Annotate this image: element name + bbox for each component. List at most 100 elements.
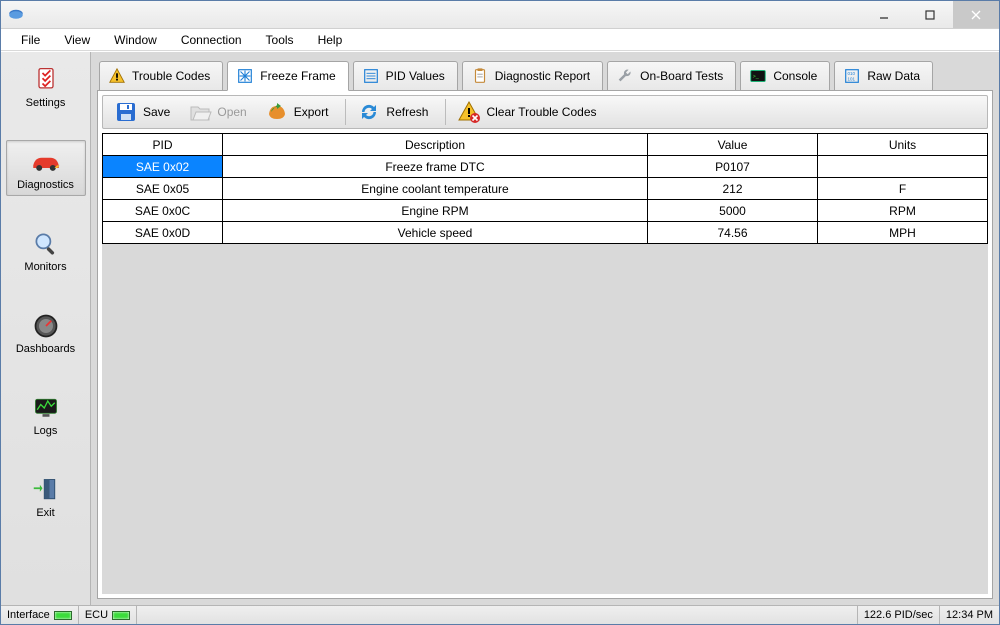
sidebar: Settings Diagnostics Monitors Dashboards xyxy=(1,52,91,605)
button-label: Clear Trouble Codes xyxy=(486,105,596,119)
monitor-icon xyxy=(29,393,63,423)
col-pid[interactable]: PID xyxy=(103,134,223,156)
tab-label: PID Values xyxy=(386,69,445,83)
save-icon xyxy=(114,100,138,124)
minimize-button[interactable] xyxy=(861,1,907,28)
cell-pid[interactable]: SAE 0x05 xyxy=(103,178,223,200)
menu-connection[interactable]: Connection xyxy=(169,30,254,50)
cell-desc[interactable]: Engine RPM xyxy=(223,200,648,222)
app-icon xyxy=(7,6,25,24)
menu-tools[interactable]: Tools xyxy=(254,30,306,50)
export-icon xyxy=(265,100,289,124)
sidebar-item-label: Dashboards xyxy=(16,343,75,355)
cell-value[interactable]: 5000 xyxy=(648,200,818,222)
save-button[interactable]: Save xyxy=(109,96,181,128)
cell-units[interactable]: RPM xyxy=(818,200,988,222)
tab-label: Raw Data xyxy=(867,69,920,83)
refresh-icon xyxy=(357,100,381,124)
maximize-button[interactable] xyxy=(907,1,953,28)
status-interface-label: Interface xyxy=(7,609,50,621)
tab-raw-data[interactable]: 010101 Raw Data xyxy=(834,61,933,91)
terminal-icon: >_ xyxy=(749,67,767,85)
sidebar-item-settings[interactable]: Settings xyxy=(6,58,86,114)
open-icon xyxy=(188,100,212,124)
clear-codes-button[interactable]: Clear Trouble Codes xyxy=(452,96,607,128)
cell-pid[interactable]: SAE 0x02 xyxy=(103,156,223,178)
wrench-icon xyxy=(616,67,634,85)
sidebar-item-label: Exit xyxy=(36,507,54,519)
cell-value[interactable]: 212 xyxy=(648,178,818,200)
ecu-led-icon xyxy=(112,611,130,620)
tab-freeze-frame[interactable]: Freeze Frame xyxy=(227,61,348,91)
settings-icon xyxy=(29,65,63,95)
menu-file[interactable]: File xyxy=(9,30,52,50)
button-label: Export xyxy=(294,105,329,119)
table-row[interactable]: SAE 0x0D Vehicle speed 74.56 MPH xyxy=(103,222,988,244)
cell-desc[interactable]: Freeze frame DTC xyxy=(223,156,648,178)
main-area: Trouble Codes Freeze Frame PID Values Di… xyxy=(91,52,999,605)
status-spacer xyxy=(137,606,858,624)
table-area[interactable]: PID Description Value Units SAE 0x02 Fre… xyxy=(102,133,988,594)
open-button[interactable]: Open xyxy=(183,96,257,128)
cell-units[interactable]: F xyxy=(818,178,988,200)
svg-text:>_: >_ xyxy=(753,74,760,80)
sidebar-item-exit[interactable]: Exit xyxy=(6,468,86,524)
toolbar-separator xyxy=(445,99,446,125)
cell-units[interactable] xyxy=(818,156,988,178)
interface-led-icon xyxy=(54,611,72,620)
col-units[interactable]: Units xyxy=(818,134,988,156)
menubar: File View Window Connection Tools Help xyxy=(1,29,999,51)
tab-console[interactable]: >_ Console xyxy=(740,61,830,91)
sidebar-item-label: Diagnostics xyxy=(17,179,74,191)
exit-icon xyxy=(29,475,63,505)
sidebar-item-diagnostics[interactable]: Diagnostics xyxy=(6,140,86,196)
tab-onboard-tests[interactable]: On-Board Tests xyxy=(607,61,736,91)
sidebar-item-label: Logs xyxy=(34,425,58,437)
button-label: Save xyxy=(143,105,170,119)
menu-view[interactable]: View xyxy=(52,30,102,50)
toolbar-separator xyxy=(345,99,346,125)
sidebar-item-dashboards[interactable]: Dashboards xyxy=(6,304,86,360)
cell-desc[interactable]: Engine coolant temperature xyxy=(223,178,648,200)
tab-pid-values[interactable]: PID Values xyxy=(353,61,458,91)
sidebar-item-monitors[interactable]: Monitors xyxy=(6,222,86,278)
statusbar: Interface ECU 122.6 PID/sec 12:34 PM xyxy=(1,605,999,624)
tab-label: Freeze Frame xyxy=(260,69,335,83)
refresh-button[interactable]: Refresh xyxy=(352,96,439,128)
cell-value[interactable]: P0107 xyxy=(648,156,818,178)
clipboard-icon xyxy=(471,67,489,85)
list-icon xyxy=(362,67,380,85)
warning-icon xyxy=(108,67,126,85)
cell-pid[interactable]: SAE 0x0D xyxy=(103,222,223,244)
status-pid-rate: 122.6 PID/sec xyxy=(858,606,940,624)
button-label: Refresh xyxy=(386,105,428,119)
freeze-frame-table: PID Description Value Units SAE 0x02 Fre… xyxy=(102,133,988,244)
cell-pid[interactable]: SAE 0x0C xyxy=(103,200,223,222)
table-row[interactable]: SAE 0x05 Engine coolant temperature 212 … xyxy=(103,178,988,200)
snowflake-icon xyxy=(236,67,254,85)
tab-label: Trouble Codes xyxy=(132,69,210,83)
car-icon xyxy=(29,147,63,177)
menu-help[interactable]: Help xyxy=(306,30,355,50)
menu-window[interactable]: Window xyxy=(102,30,169,50)
table-row[interactable]: SAE 0x02 Freeze frame DTC P0107 xyxy=(103,156,988,178)
col-description[interactable]: Description xyxy=(223,134,648,156)
svg-text:010: 010 xyxy=(848,71,856,76)
cell-desc[interactable]: Vehicle speed xyxy=(223,222,648,244)
tab-trouble-codes[interactable]: Trouble Codes xyxy=(99,61,223,91)
status-ecu-label: ECU xyxy=(85,609,108,621)
binary-icon: 010101 xyxy=(843,67,861,85)
magnifier-icon xyxy=(29,229,63,259)
sidebar-item-logs[interactable]: Logs xyxy=(6,386,86,442)
cell-value[interactable]: 74.56 xyxy=(648,222,818,244)
titlebar xyxy=(1,1,999,29)
tab-diagnostic-report[interactable]: Diagnostic Report xyxy=(462,61,603,91)
col-value[interactable]: Value xyxy=(648,134,818,156)
content-pane: Save Open Export Refresh C xyxy=(97,90,993,599)
toolbar: Save Open Export Refresh C xyxy=(102,95,988,129)
table-row[interactable]: SAE 0x0C Engine RPM 5000 RPM xyxy=(103,200,988,222)
export-button[interactable]: Export xyxy=(260,96,340,128)
cell-units[interactable]: MPH xyxy=(818,222,988,244)
svg-text:101: 101 xyxy=(848,77,856,82)
close-button[interactable] xyxy=(953,1,999,28)
